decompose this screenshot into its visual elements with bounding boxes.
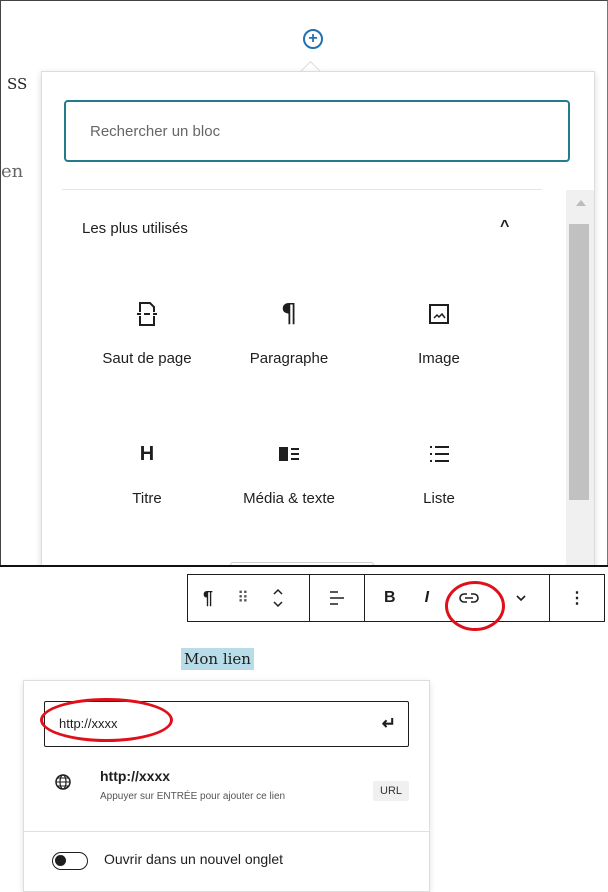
divider [24, 831, 429, 832]
toolbar-group-block: ¶ ⠿ [188, 575, 310, 621]
link-suggestion[interactable]: http://xxxx Appuyer sur ENTRÉE pour ajou… [44, 765, 410, 825]
block-label: Titre [132, 490, 162, 507]
block-label: Image [418, 350, 460, 367]
heading-icon: H [139, 442, 155, 465]
toolbar-group-options: ⋮ [550, 575, 604, 621]
add-block-plus-icon[interactable]: + [303, 29, 323, 49]
url-type-badge: URL [373, 781, 410, 801]
block-label: Saut de page [102, 350, 192, 367]
paragraph-icon: ¶ [280, 299, 298, 329]
block-label: Paragraphe [249, 350, 329, 367]
block-inserter-popover: Les plus utilisés ^ Saut de page ¶ Parag… [41, 71, 595, 565]
background-text-fragment: en [1, 161, 24, 182]
list-icon [364, 434, 514, 474]
block-search-input[interactable] [64, 100, 570, 162]
chevron-up-icon[interactable]: ^ [500, 218, 509, 236]
block-toolbar: ¶ ⠿ B I ⋮ [187, 574, 605, 622]
annotation-circle [445, 581, 505, 631]
divider [62, 189, 542, 190]
suggestion-subtitle: Appuyer sur ENTRÉE pour ajouter ce lien [100, 791, 286, 802]
background-text-fragment: SS [7, 75, 28, 93]
chevron-down-icon[interactable] [499, 575, 543, 621]
block-image[interactable]: Image [364, 294, 514, 367]
enter-return-icon[interactable]: ↵ [382, 714, 396, 734]
new-tab-label: Ouvrir dans un nouvel onglet [104, 851, 283, 867]
block-list[interactable]: Liste [364, 434, 514, 507]
link-editor-screenshot: ¶ ⠿ B I ⋮ Mon lien http://xxxx ↵ http://… [0, 565, 608, 892]
drag-handle-icon[interactable]: ⠿ [228, 575, 258, 621]
image-icon [364, 294, 514, 334]
italic-button[interactable]: I [415, 575, 439, 621]
block-label: Liste [423, 490, 455, 507]
block-inserter-screenshot: SS en + Les plus utilisés ^ Saut de page… [0, 0, 608, 565]
toggle-knob [55, 855, 66, 866]
move-up-down-icon[interactable] [258, 575, 298, 621]
new-tab-toggle[interactable] [52, 852, 88, 870]
bold-button[interactable]: B [365, 575, 415, 621]
scrollbar-thumb[interactable] [569, 224, 589, 500]
block-heading[interactable]: H Titre [72, 434, 222, 508]
align-left-icon[interactable] [310, 575, 364, 621]
block-page-break[interactable]: Saut de page [72, 294, 222, 367]
toolbar-group-align [310, 575, 365, 621]
more-options-icon[interactable]: ⋮ [550, 575, 604, 621]
block-paragraph[interactable]: ¶ Paragraphe [214, 294, 364, 367]
selected-text: Mon lien [181, 648, 254, 670]
section-title: Les plus utilisés [82, 220, 188, 237]
globe-icon [54, 773, 72, 796]
annotation-circle [40, 698, 173, 742]
media-text-icon [214, 434, 364, 474]
link-popover: http://xxxx ↵ http://xxxx Appuyer sur EN… [23, 680, 430, 892]
block-label: Média & texte [243, 490, 335, 507]
scroll-up-arrow-icon[interactable] [576, 200, 586, 206]
paragraph-icon[interactable]: ¶ [188, 575, 228, 621]
suggestion-title: http://xxxx [100, 768, 171, 784]
page-break-icon [72, 294, 222, 334]
block-media-text[interactable]: Média & texte [214, 434, 364, 507]
